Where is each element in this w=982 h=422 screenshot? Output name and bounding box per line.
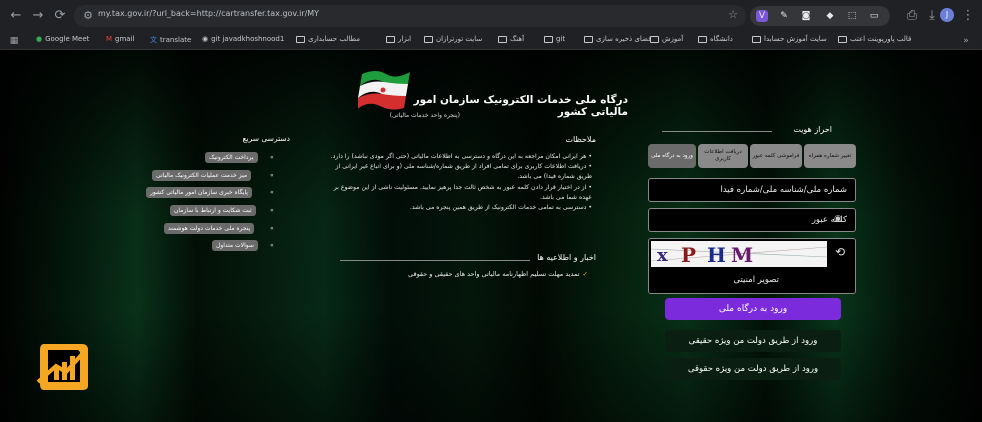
check-icon: ✓ xyxy=(582,270,588,278)
bookmark-item[interactable]: آموزش xyxy=(650,35,683,43)
captcha-field[interactable]: x P H M ⟲ تصویر امنیتی xyxy=(648,238,856,294)
quick-link-faq[interactable]: سوالات متداول xyxy=(212,240,258,251)
captcha-letter: M xyxy=(731,243,753,267)
bullet-icon: « xyxy=(270,189,274,196)
username-placeholder: شماره ملی/شناسه ملی/شماره فیدا xyxy=(720,185,847,195)
divider xyxy=(340,260,530,261)
captcha-label: تصویر امنیتی xyxy=(733,275,779,285)
browser-toolbar: ← → ⟳ ⚙ my.tax.gov.ir/?url_back=http://c… xyxy=(0,0,982,32)
bookmark-item[interactable]: سایت آموزش حسابدا xyxy=(752,35,827,43)
bookmark-item[interactable]: git xyxy=(544,35,565,43)
bookmark-item[interactable]: قالب پاورپوینت اعتب xyxy=(838,35,911,43)
auth-title: احراز هویت xyxy=(793,125,832,134)
tab-change-phone[interactable]: تغییر شماره همراه xyxy=(804,144,856,168)
chart-logo-icon xyxy=(36,344,88,390)
bookmark-item[interactable]: ابزار xyxy=(386,35,411,43)
eye-off-icon[interactable]: ◉ xyxy=(834,214,842,224)
bullet-icon: « xyxy=(270,225,274,232)
tab-get-user-info[interactable]: دریافت اطلاعات کاربری xyxy=(698,144,748,168)
profile-avatar[interactable]: J xyxy=(940,8,954,22)
print-icon[interactable]: ⎙ xyxy=(904,8,920,24)
password-field[interactable]: کلمه عبور ◉ xyxy=(648,208,856,232)
camera-icon[interactable]: ◙ xyxy=(800,10,812,22)
shield-icon[interactable]: ◆ xyxy=(824,10,836,22)
username-field[interactable]: شماره ملی/شناسه ملی/شماره فیدا xyxy=(648,178,856,202)
extensions-area: V ✎ ◙ ◆ ⬚ ▭ xyxy=(750,6,890,26)
note-item: • از در اختیار قرار دادن کلمه عبور به شخ… xyxy=(333,183,592,201)
bookmark-item[interactable]: 文 translate xyxy=(150,35,191,45)
captcha-letter: H xyxy=(707,243,726,267)
captcha-letter: P xyxy=(681,243,696,267)
bookmarks-bar: ▦ ● Google Meet Mgmail 文 translate ◉ git ja… xyxy=(0,32,982,50)
reload-icon[interactable]: ⟳ xyxy=(52,8,68,24)
captcha-image: x P H M xyxy=(650,241,828,267)
address-bar[interactable]: ⚙ my.tax.gov.ir/?url_back=http://cartran… xyxy=(74,5,746,27)
quick-link-news-portal[interactable]: پایگاه خبری سازمان امور مالیاتی کشور xyxy=(146,187,252,198)
bookmark-star-icon[interactable]: ☆ xyxy=(728,8,738,21)
tab-national-login[interactable]: ورود به درگاه ملی xyxy=(648,144,696,168)
bookmark-item[interactable]: Mgmail xyxy=(106,35,135,43)
login-real-person-button[interactable]: ورود از طریق دولت من ویژه حقیقی xyxy=(665,330,841,352)
quick-link-epayment[interactable]: پرداخت الکترونیک xyxy=(205,152,258,163)
captcha-letter: x xyxy=(657,245,668,266)
tab-icon[interactable]: ▭ xyxy=(868,10,880,22)
notes-title: ملاحظات xyxy=(565,135,596,144)
news-item[interactable]: ✓تمدید مهلت تسلیم اظهارنامه مالیاتی واحد… xyxy=(352,270,588,278)
quick-access-title: دسترسی سریع xyxy=(242,134,290,143)
note-item: • دریافت اطلاعات کاربری برای تمامی افراد… xyxy=(335,163,592,181)
divider xyxy=(662,131,772,132)
menu-icon[interactable]: ⋮ xyxy=(960,8,976,24)
page-subtitle: (پنجره واحد خدمات مالیاتی) xyxy=(389,112,460,119)
bullet-icon: « xyxy=(270,207,274,214)
forward-icon[interactable]: → xyxy=(30,8,46,24)
bullet-icon: « xyxy=(270,172,274,179)
site-info-icon[interactable]: ⚙ xyxy=(80,8,96,24)
extension-icon[interactable]: V xyxy=(756,10,768,22)
tab-forgot-password[interactable]: فراموشی کلمه عبور xyxy=(750,144,802,168)
download-icon[interactable]: ⤓ xyxy=(924,8,940,24)
bookmark-item[interactable]: دانشگاه xyxy=(698,35,733,43)
quick-link-service-desk[interactable]: میز خدمت عملیات الکترونیک مالیاتی xyxy=(152,170,252,181)
bookmark-item[interactable]: فضای ذخیره سازی xyxy=(584,35,651,43)
bookmark-item[interactable]: ● Google Meet xyxy=(36,35,89,43)
more-bookmarks-icon[interactable]: » xyxy=(958,33,974,49)
refresh-captcha-icon[interactable]: ⟲ xyxy=(835,245,845,259)
bookmark-item[interactable]: آهنگ xyxy=(498,35,524,43)
bookmark-item[interactable]: مطالب حسابداری xyxy=(296,35,360,43)
note-item: • دسترسی به تمامی خدمات الکترونیک از طری… xyxy=(409,204,592,212)
puzzle-icon[interactable]: ⬚ xyxy=(846,10,858,22)
bookmark-item[interactable]: سایت تورترازان xyxy=(424,35,482,43)
bullet-icon: « xyxy=(270,242,274,249)
note-item: • هر ایرانی امکان مراجعه به این درگاه و … xyxy=(330,153,592,160)
apps-icon[interactable]: ▦ xyxy=(6,33,22,49)
login-button[interactable]: ورود به درگاه ملی xyxy=(665,298,841,320)
pen-icon[interactable]: ✎ xyxy=(778,10,790,22)
quick-link-complaints[interactable]: ثبت شکایت و ارتباط با سازمان xyxy=(170,205,256,216)
bullet-icon: « xyxy=(270,154,274,161)
bookmark-item[interactable]: ◉ git javadkhoshnood1 xyxy=(202,35,284,43)
quick-link-smart-gov[interactable]: پنجره ملی خدمات دولت هوشمند xyxy=(164,223,255,234)
back-icon[interactable]: ← xyxy=(8,8,24,24)
url-text[interactable]: my.tax.gov.ir/?url_back=http://cartransf… xyxy=(98,9,319,18)
notes-list: • هر ایرانی امکان مراجعه به این درگاه و … xyxy=(326,152,592,213)
page-content: درگاه ملی خدمات الکترونیک سازمان امور ما… xyxy=(0,50,982,422)
login-legal-entity-button[interactable]: ورود از طریق دولت من ویژه حقوقی xyxy=(665,358,841,380)
